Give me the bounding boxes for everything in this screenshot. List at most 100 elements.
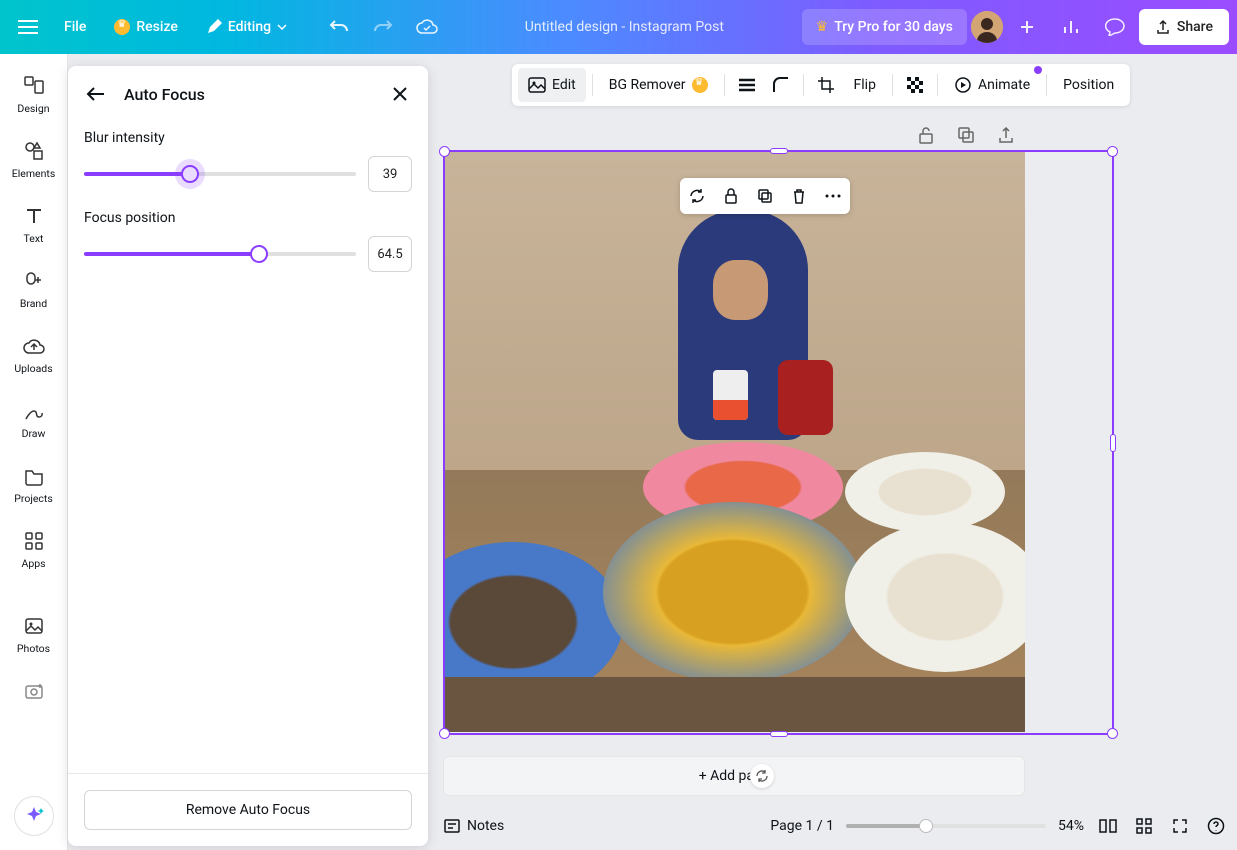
share-label: Share	[1177, 19, 1213, 35]
rail-extra[interactable]	[4, 671, 64, 711]
resize-handle-e[interactable]	[1110, 434, 1116, 452]
copy-icon	[757, 188, 773, 204]
flip-button[interactable]: Flip	[844, 68, 886, 102]
unlock-icon	[918, 126, 934, 144]
crown-icon	[692, 77, 708, 93]
rail-label: Elements	[12, 167, 56, 180]
uploads-icon	[23, 337, 45, 355]
regenerate-button[interactable]	[686, 185, 708, 207]
upload-icon	[1155, 19, 1171, 35]
cloud-status[interactable]	[407, 7, 447, 47]
try-pro-button[interactable]: ♛ Try Pro for 30 days	[802, 9, 967, 45]
more-options-button[interactable]	[822, 185, 844, 207]
more-icon	[825, 194, 841, 198]
zoom-value[interactable]: 54%	[1058, 818, 1084, 834]
resize-button[interactable]: Resize	[102, 7, 190, 47]
notes-button[interactable]: Notes	[443, 818, 504, 834]
menu-button[interactable]	[8, 7, 48, 47]
hamburger-icon	[18, 20, 38, 34]
chart-icon	[1062, 18, 1080, 36]
sparkle-icon	[23, 805, 45, 827]
redo-button[interactable]	[363, 7, 403, 47]
rail-photos[interactable]: Photos	[4, 606, 64, 663]
rail-design[interactable]: Design	[4, 66, 64, 123]
file-menu[interactable]: File	[52, 7, 98, 47]
grid-icon	[1136, 818, 1152, 834]
undo-icon	[329, 19, 349, 35]
help-button[interactable]	[1204, 814, 1228, 838]
magic-button[interactable]	[14, 796, 54, 836]
animate-button[interactable]: Animate	[944, 68, 1040, 102]
fullscreen-button[interactable]	[1168, 814, 1192, 838]
edit-image-button[interactable]: Edit	[518, 68, 586, 102]
animate-label: Animate	[978, 77, 1030, 93]
comments-button[interactable]	[1095, 7, 1135, 47]
rail-label: Design	[17, 102, 49, 115]
rail-projects[interactable]: Projects	[4, 456, 64, 513]
rail-uploads[interactable]: Uploads	[4, 326, 64, 383]
focus-position-slider[interactable]	[84, 244, 356, 264]
focus-position-value[interactable]: 64.5	[368, 236, 412, 272]
transparency-button[interactable]	[899, 68, 931, 102]
delete-element-button[interactable]	[788, 185, 810, 207]
panel-title: Auto Focus	[124, 85, 372, 104]
notes-icon	[443, 818, 461, 834]
bg-remover-button[interactable]: BG Remover	[599, 68, 718, 102]
resize-handle-nw[interactable]	[439, 146, 450, 157]
rail-text[interactable]: Text	[4, 196, 64, 253]
duplicate-icon	[957, 126, 975, 144]
copy-element-button[interactable]	[754, 185, 776, 207]
chevron-down-icon	[277, 24, 287, 30]
canvas-utilities	[915, 124, 1017, 146]
panel-back-button[interactable]	[84, 82, 108, 106]
grid-view-button[interactable]	[1132, 814, 1156, 838]
add-member-button[interactable]	[1007, 7, 1047, 47]
transparency-icon	[906, 76, 924, 94]
resize-handle-s[interactable]	[770, 731, 788, 737]
export-page-button[interactable]	[995, 124, 1017, 146]
bottom-bar: Notes Page 1 / 1 54%	[443, 806, 1228, 846]
zoom-slider[interactable]	[846, 824, 1046, 828]
user-avatar[interactable]	[971, 11, 1003, 43]
document-title[interactable]: Untitled design - Instagram Post	[451, 19, 798, 35]
editing-menu[interactable]: Editing	[194, 7, 299, 47]
context-toolbar: Edit BG Remover Flip Animate Position	[512, 64, 1130, 106]
crop-button[interactable]	[810, 68, 842, 102]
rail-apps[interactable]: Apps	[4, 521, 64, 578]
resize-handle-ne[interactable]	[1107, 146, 1118, 157]
resize-handle-sw[interactable]	[439, 728, 450, 739]
rail-label: Uploads	[14, 362, 52, 375]
arrow-left-icon	[86, 86, 106, 102]
resize-handle-se[interactable]	[1107, 728, 1118, 739]
analytics-button[interactable]	[1051, 7, 1091, 47]
blur-intensity-slider[interactable]	[84, 164, 356, 184]
refresh-icon	[688, 187, 706, 205]
rail-draw[interactable]: Draw	[4, 391, 64, 448]
lock-element-button[interactable]	[720, 185, 742, 207]
notification-dot-icon	[1034, 66, 1042, 74]
duplicate-page-button[interactable]	[955, 124, 977, 146]
rail-brand[interactable]: Brand	[4, 261, 64, 318]
trash-icon	[792, 188, 806, 204]
comment-icon	[1105, 18, 1125, 36]
corner-rounding-button[interactable]	[765, 68, 797, 102]
lines-button[interactable]	[731, 68, 763, 102]
design-icon	[23, 75, 45, 97]
apps-icon	[23, 530, 45, 552]
elements-icon	[23, 140, 45, 162]
undo-button[interactable]	[319, 7, 359, 47]
rail-elements[interactable]: Elements	[4, 131, 64, 188]
resize-handle-n[interactable]	[770, 148, 788, 154]
file-label: File	[64, 19, 86, 35]
position-button[interactable]: Position	[1053, 68, 1124, 102]
pencil-icon	[206, 19, 222, 35]
panel-close-button[interactable]	[388, 82, 412, 106]
add-page-button[interactable]: + Add page	[443, 756, 1025, 796]
lock-page-button[interactable]	[915, 124, 937, 146]
blur-intensity-value[interactable]: 39	[368, 156, 412, 192]
remove-auto-focus-button[interactable]: Remove Auto Focus	[84, 790, 412, 830]
page-view-button[interactable]	[1096, 814, 1120, 838]
selection-box[interactable]	[443, 150, 1114, 735]
share-button[interactable]: Share	[1139, 9, 1229, 45]
image-icon	[528, 77, 546, 93]
